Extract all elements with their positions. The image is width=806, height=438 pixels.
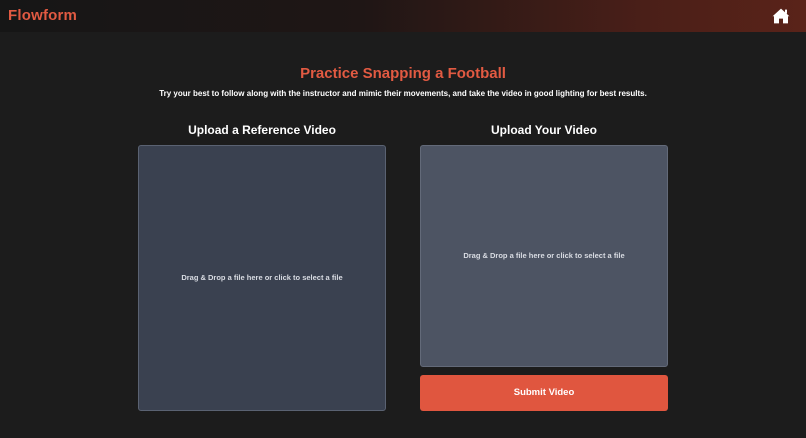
reference-video-dropzone[interactable]: Drag & Drop a file here or click to sele… [138, 145, 386, 411]
page-title: Practice Snapping a Football [300, 65, 506, 82]
top-nav-bar: Flowform [0, 0, 806, 32]
user-dropzone-label: Drag & Drop a file here or click to sele… [463, 251, 625, 260]
home-icon[interactable] [772, 8, 790, 24]
page-subtitle: Try your best to follow along with the i… [159, 89, 647, 98]
user-video-dropzone[interactable]: Drag & Drop a file here or click to sele… [420, 145, 668, 367]
user-video-heading: Upload Your Video [490, 123, 597, 137]
brand-logo[interactable]: Flowform [8, 6, 77, 26]
reference-dropzone-label: Drag & Drop a file here or click to sele… [181, 273, 343, 282]
reference-video-heading: Upload a Reference Video [188, 123, 336, 137]
submit-video-button[interactable]: Submit Video [420, 375, 668, 411]
